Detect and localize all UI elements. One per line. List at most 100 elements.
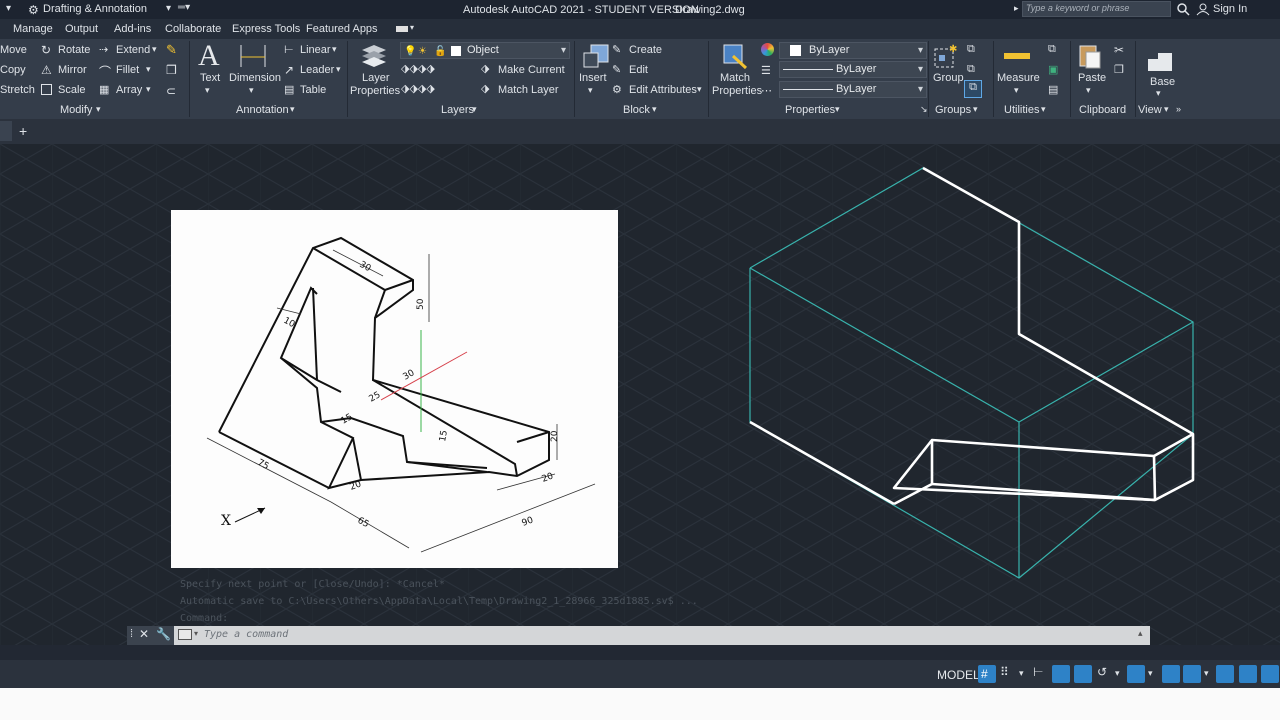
chevron-down-icon[interactable]: ▾ — [1115, 668, 1120, 679]
panel-label-layers[interactable]: Layers — [441, 104, 474, 116]
object-snap-icon[interactable] — [1183, 665, 1201, 683]
close-icon[interactable]: ✕ — [139, 627, 149, 641]
panel-label-annotation[interactable]: Annotation — [236, 104, 289, 116]
chevron-down-icon[interactable]: ▾ — [1164, 104, 1169, 115]
model-space-button[interactable]: MODEL — [937, 668, 980, 682]
chevron-down-icon[interactable]: ▾ — [1019, 668, 1024, 679]
calculator-icon[interactable]: ▤ — [1048, 83, 1058, 96]
chevron-down-icon[interactable]: ▾ — [96, 104, 101, 115]
layer-tool-icon[interactable]: ⬗⬗⬗⬗ — [401, 62, 435, 75]
measure-icon[interactable] — [1004, 53, 1030, 59]
quick-select-icon[interactable]: ⧉ — [1048, 43, 1056, 56]
explode-icon[interactable]: ❒ — [166, 63, 177, 77]
polar-tracking-icon[interactable]: ↺ — [1097, 665, 1107, 679]
search-input[interactable]: Type a keyword or phrase — [1022, 1, 1171, 17]
workspace-selector[interactable]: Drafting & Annotation — [43, 3, 147, 15]
tab-express-tools[interactable]: Express Tools — [232, 23, 300, 35]
insert-button[interactable]: Insert — [579, 72, 607, 84]
tab-add-ins[interactable]: Add-ins — [114, 23, 151, 35]
text-button[interactable]: Text — [200, 72, 220, 84]
chevron-down-icon[interactable]: ▾ — [152, 44, 157, 55]
panel-label-clipboard[interactable]: Clipboard — [1079, 104, 1126, 116]
chevron-down-icon[interactable]: ▾ — [410, 23, 414, 32]
linetype-dropdown[interactable]: ByLayer — [779, 81, 927, 98]
layer-properties-icon[interactable] — [358, 42, 388, 68]
tab-output[interactable]: Output — [65, 23, 98, 35]
menu-arrow-icon[interactable]: ▾ — [6, 3, 11, 14]
tab-manage[interactable]: Manage — [13, 23, 53, 35]
layer-dropdown[interactable]: 💡 ☀ 🔓 Object — [400, 42, 570, 59]
match-properties-label-2[interactable]: Properties — [712, 85, 762, 97]
scale-button[interactable]: Scale — [58, 84, 86, 96]
paste-button[interactable]: Paste — [1078, 72, 1106, 84]
chevron-down-icon[interactable]: ▾ — [336, 64, 341, 75]
lineweight-toggle-icon[interactable] — [1216, 665, 1234, 683]
ortho-icon[interactable] — [1074, 665, 1092, 683]
chevron-down-icon[interactable]: ▾ — [1086, 85, 1091, 96]
chevron-down-icon[interactable]: ▾ — [332, 44, 337, 55]
panel-label-utilities[interactable]: Utilities — [1004, 104, 1039, 116]
base-view-icon[interactable] — [1146, 49, 1174, 73]
layer-properties-label-1[interactable]: Layer — [362, 72, 390, 84]
text-icon[interactable]: A — [198, 39, 220, 73]
dynamic-input-icon[interactable] — [1052, 665, 1070, 683]
annotation-scale-icon[interactable] — [1261, 665, 1279, 683]
sign-in-link[interactable]: Sign In — [1213, 3, 1247, 15]
copy-clip-icon[interactable]: ❐ — [1114, 63, 1124, 76]
chevron-down-icon[interactable]: ▾ — [194, 629, 198, 638]
quick-access-customize[interactable]: ═▾ — [178, 2, 190, 13]
tab-featured-apps[interactable]: Featured Apps — [306, 23, 378, 35]
search-icon[interactable] — [1176, 2, 1190, 16]
match-layer-button[interactable]: Match Layer — [498, 84, 559, 96]
color-wheel-icon[interactable] — [761, 43, 774, 56]
chevron-down-icon[interactable]: ▾ — [588, 85, 593, 96]
infer-constraints-icon[interactable]: ⊢ — [1033, 665, 1043, 679]
panel-dialog-launcher-icon[interactable]: ↘ — [920, 104, 928, 115]
array-button[interactable]: Array — [116, 84, 142, 96]
isometric-model[interactable] — [740, 158, 1210, 588]
panel-label-groups[interactable]: Groups — [935, 104, 971, 116]
group-edit-icon[interactable]: ⧉ — [967, 63, 975, 76]
erase-icon[interactable]: ✎ — [166, 42, 177, 58]
chevron-down-icon[interactable]: ▾ — [1014, 85, 1019, 96]
measure-button[interactable]: Measure — [997, 72, 1040, 84]
chevron-down-icon[interactable]: ▾ — [290, 104, 295, 115]
drawing-canvas[interactable]: 30 50 10 30 25 15 15 20 75 20 65 90 20 X — [0, 144, 1280, 645]
copy-button[interactable]: Copy — [0, 64, 26, 76]
create-button[interactable]: Create — [629, 44, 662, 56]
chevron-down-icon[interactable]: ▾ — [652, 104, 657, 115]
chevron-down-icon[interactable]: ▾ — [1148, 668, 1153, 679]
dimension-button[interactable]: Dimension — [229, 72, 281, 84]
cut-icon[interactable]: ✂ — [1114, 43, 1124, 57]
linear-button[interactable]: Linear — [300, 44, 331, 56]
panel-label-view[interactable]: View — [1138, 104, 1162, 116]
match-properties-label-1[interactable]: Match — [720, 72, 750, 84]
paste-icon[interactable] — [1077, 42, 1103, 70]
chevron-down-icon[interactable]: ▾ — [146, 84, 151, 95]
chevron-down-icon[interactable]: ▾ — [1204, 668, 1209, 679]
file-tab-start[interactable] — [0, 121, 12, 141]
chevron-down-icon[interactable]: ▾ — [205, 85, 210, 96]
fillet-button[interactable]: Fillet — [116, 64, 139, 76]
rotate-button[interactable]: Rotate — [58, 44, 90, 56]
chevron-down-icon[interactable]: ▾ — [166, 3, 171, 14]
insert-icon[interactable] — [581, 42, 611, 70]
group-button[interactable]: Group — [933, 72, 964, 84]
chevron-down-icon[interactable]: ▾ — [835, 104, 840, 115]
group-icon[interactable]: ✱ — [933, 43, 959, 69]
chevron-down-icon[interactable]: ▾ — [472, 104, 477, 115]
panel-label-properties[interactable]: Properties — [785, 104, 835, 116]
stretch-button[interactable]: Stretch — [0, 84, 35, 96]
history-toggle-icon[interactable]: ▴ — [1138, 628, 1143, 639]
chevron-down-icon[interactable]: ▾ — [249, 85, 254, 96]
lineweight-dropdown[interactable]: ByLayer — [779, 61, 927, 78]
move-button[interactable]: Move — [0, 44, 27, 56]
chevron-down-icon[interactable]: ▾ — [697, 84, 702, 95]
user-icon[interactable] — [1196, 2, 1210, 16]
edit-button[interactable]: Edit — [629, 64, 648, 76]
layer-properties-label-2[interactable]: Properties — [350, 85, 400, 97]
panel-label-block[interactable]: Block — [623, 104, 650, 116]
transparency-icon[interactable] — [1239, 665, 1257, 683]
chevron-down-icon[interactable]: ▾ — [1156, 88, 1161, 99]
chevron-down-icon[interactable]: ▾ — [1041, 104, 1046, 115]
